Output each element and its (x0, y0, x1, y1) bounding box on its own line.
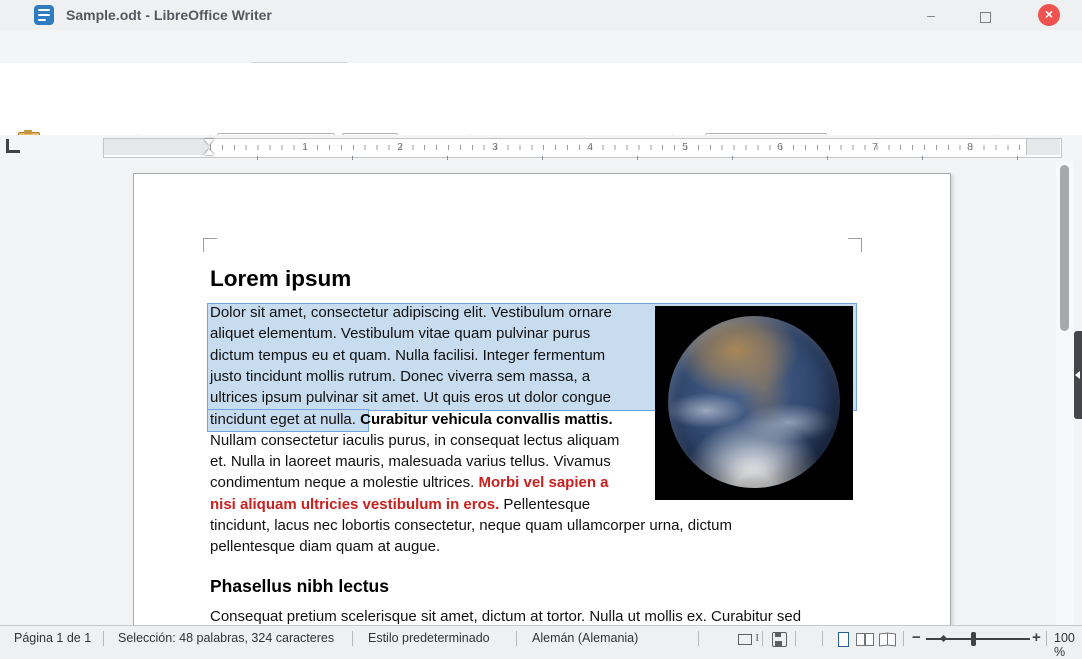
page-style-status[interactable]: Estilo predeterminado (368, 631, 490, 645)
earth-image[interactable] (655, 306, 853, 500)
text-line[interactable]: justo tincidunt mollis rutrum. Donec viv… (210, 366, 590, 387)
ruler-number: 6 (777, 141, 783, 153)
text-line[interactable]: et. Nulla in laoreet mauris, malesuada v… (210, 451, 611, 472)
text-line[interactable]: dictum tempus eu et quam. Nulla facilisi… (210, 345, 605, 366)
vertical-scrollbar[interactable] (1056, 161, 1074, 625)
ruler-number: 2 (397, 141, 403, 153)
maximize-button[interactable] (974, 6, 996, 24)
left-indent-marker[interactable] (204, 149, 214, 155)
ruler-number: 8 (967, 141, 973, 153)
document-paragraph-2[interactable]: Consequat pretium scelerisque sit amet, … (210, 608, 801, 625)
scrollbar-thumb[interactable] (1060, 165, 1069, 331)
ruler-number: 1 (302, 141, 308, 153)
minimize-button[interactable]: – (920, 6, 942, 24)
window-title: Sample.odt - LibreOffice Writer (66, 7, 272, 23)
document-heading-1[interactable]: Lorem ipsum (210, 266, 351, 292)
status-bar: Página 1 de 1 Selección: 48 palabras, 32… (0, 625, 1082, 659)
document-view[interactable]: Lorem ipsum Dolor sit amet, consectetur … (0, 161, 1082, 625)
ruler-row: 1 2 3 4 5 6 7 8 (0, 135, 1082, 161)
zoom-out-button[interactable]: − (912, 629, 921, 646)
text-line[interactable]: tincidunt, lacus nec lobortis consectetu… (210, 515, 732, 536)
document-paragraph-1[interactable]: Dolor sit amet, consectetur adipiscing e… (207, 302, 857, 562)
status-separator (762, 631, 763, 646)
text-line[interactable]: nisi aliquam ultricies vestibulum in ero… (210, 494, 590, 515)
text-line[interactable]: aliquet elementum. Vestibulum vitae quam… (210, 323, 590, 344)
first-line-indent-marker[interactable] (204, 139, 214, 145)
book-view-icon2[interactable] (887, 632, 896, 647)
text-boundary-corner-right (848, 238, 862, 252)
zoom-100-marker (939, 634, 948, 643)
libreoffice-writer-window: Sample.odt - LibreOffice Writer – × ↓ ▾ … (0, 0, 1082, 659)
multi-page-view-icon2[interactable] (865, 633, 874, 646)
earth-globe (668, 316, 840, 488)
status-separator (103, 631, 104, 646)
ruler-left-margin (104, 139, 211, 155)
document-page[interactable]: Lorem ipsum Dolor sit amet, consectetur … (133, 173, 951, 625)
horizontal-ruler[interactable]: 1 2 3 4 5 6 7 8 (103, 138, 1062, 158)
status-separator (1046, 631, 1047, 646)
title-bar: Sample.odt - LibreOffice Writer – × (0, 0, 1082, 31)
text-line[interactable]: ultrices ipsum pulvinar sit amet. Ut qui… (210, 387, 611, 408)
ruler-number: 5 (682, 141, 688, 153)
text-line[interactable]: tincidunt eget at nulla. Curabitur vehic… (210, 409, 613, 430)
ruler-number: 7 (872, 141, 878, 153)
status-separator (516, 631, 517, 646)
status-separator (698, 631, 699, 646)
page-count-status[interactable]: Página 1 de 1 (14, 631, 91, 645)
default-tab-stops (257, 156, 1027, 160)
maximize-icon (979, 12, 991, 23)
ruler-right-margin (1026, 139, 1060, 155)
document-icon (34, 5, 54, 25)
status-separator (903, 631, 904, 646)
zoom-in-button[interactable]: + (1032, 629, 1041, 646)
tab-bar: ↓ ▾ ▾ Archivo Inicio Insertar Disposició… (0, 30, 1082, 94)
ruler-number: 4 (587, 141, 593, 153)
ruler-ticks (210, 145, 1026, 150)
text-line[interactable]: condimentum neque a molestie ultrices. M… (210, 472, 609, 493)
text-boundary-corner-left (203, 238, 217, 252)
status-separator (822, 631, 823, 646)
ruler-number: 3 (492, 141, 498, 153)
zoom-slider-thumb[interactable] (971, 632, 976, 646)
zoom-level-status[interactable]: 100 % (1054, 631, 1082, 659)
status-separator (795, 631, 796, 646)
text-line[interactable]: Nullam consectetur iaculis purus, in con… (210, 430, 619, 451)
text-line[interactable]: Dolor sit amet, consectetur adipiscing e… (210, 302, 612, 323)
close-button[interactable]: × (1038, 4, 1060, 26)
save-state-icon[interactable] (772, 632, 787, 647)
multi-page-view-icon[interactable] (856, 633, 865, 646)
selection-mode-icon[interactable] (738, 632, 759, 645)
document-heading-2[interactable]: Phasellus nibh lectus (210, 576, 389, 597)
language-status[interactable]: Alemán (Alemania) (532, 631, 638, 645)
text-line[interactable]: pellentesque diam quam at augue. (210, 536, 440, 557)
notebookbar-toolbar: ▾ Pegar ✂ Cortar Copiar Clonar A Limpiar… (0, 63, 1082, 192)
tab-stop-type-selector[interactable] (6, 139, 20, 153)
status-separator (352, 631, 353, 646)
sidebar-toggle[interactable] (1074, 331, 1082, 419)
single-page-view-icon[interactable] (838, 632, 849, 647)
word-count-status[interactable]: Selección: 48 palabras, 324 caracteres (118, 631, 334, 645)
